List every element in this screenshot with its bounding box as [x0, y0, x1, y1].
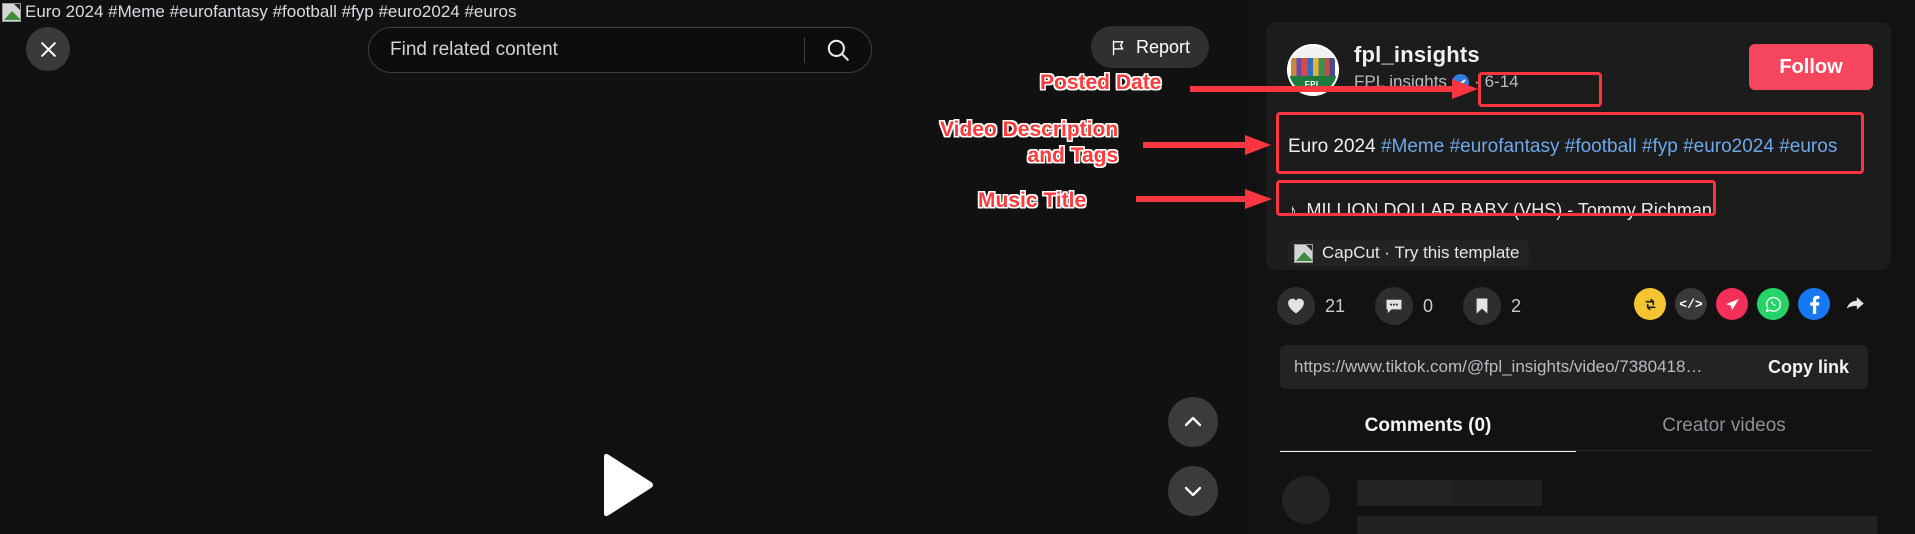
avatar[interactable]: FPL: [1287, 44, 1339, 96]
embed-code-icon[interactable]: </>: [1675, 288, 1707, 320]
facebook-icon[interactable]: [1798, 288, 1830, 320]
description-text: Euro 2024: [1288, 136, 1381, 157]
panel-tabs: Comments (0) Creator videos: [1280, 400, 1872, 452]
skeleton-line: [1357, 516, 1877, 534]
magnifier-icon: [827, 39, 849, 61]
hashtag-link[interactable]: #fyp: [1642, 136, 1678, 157]
tab-comments[interactable]: Comments (0): [1280, 400, 1576, 452]
hashtag-link[interactable]: #eurofantasy: [1450, 136, 1560, 157]
whatsapp-icon[interactable]: [1757, 288, 1789, 320]
creator-profile-row: FPL fpl_insights FPL insights · 6-14 Fol…: [1287, 42, 1873, 98]
broken-image-icon: [1294, 243, 1313, 263]
music-note-icon: ♪: [1288, 200, 1297, 220]
report-label: Report: [1136, 36, 1191, 57]
bookmark-icon: [1476, 298, 1488, 314]
broken-image-icon: [2, 2, 21, 22]
verified-check-icon: [1451, 73, 1469, 91]
share-arrow-icon[interactable]: [1839, 288, 1871, 320]
search-input[interactable]: [369, 28, 804, 72]
hashtag-link[interactable]: #euro2024: [1683, 136, 1774, 157]
copy-link-button[interactable]: Copy link: [1756, 345, 1868, 389]
separator-dot: ·: [1473, 72, 1480, 91]
engagement-stats: 21 0 2: [1277, 287, 1551, 325]
annotation-label-music-title: Music Title: [978, 189, 1087, 212]
copy-link-bar: https://www.tiktok.com/@fpl_insights/vid…: [1280, 345, 1868, 389]
video-info-card: FPL fpl_insights FPL insights · 6-14 Fol…: [1266, 22, 1891, 270]
video-url-text[interactable]: https://www.tiktok.com/@fpl_insights/vid…: [1280, 357, 1756, 377]
follow-button[interactable]: Follow: [1749, 44, 1873, 90]
capcut-label: CapCut · Try this template: [1322, 243, 1520, 262]
annotation-label-posted-date: Posted Date: [1040, 71, 1162, 94]
flag-icon: [1112, 39, 1124, 55]
posted-date: 6-14: [1484, 72, 1519, 91]
annotation-label-video-description: Video Description and Tags: [940, 118, 1119, 167]
close-x-icon: [40, 41, 56, 57]
share-icons-row: </>: [1634, 288, 1871, 320]
speech-bubble-icon: [1386, 299, 1402, 314]
close-button[interactable]: [26, 27, 70, 71]
heart-icon: [1288, 298, 1304, 314]
video-info-panel: FPL fpl_insights FPL insights · 6-14 Fol…: [1242, 0, 1915, 534]
repost-arrows-icon[interactable]: [1634, 288, 1666, 320]
music-title: MILLION DOLLAR BABY (VHS) - Tommy Richma…: [1306, 200, 1712, 220]
like-button[interactable]: [1277, 287, 1315, 325]
previous-video-button[interactable]: [1168, 397, 1218, 447]
comment-stat: 0: [1375, 287, 1433, 325]
tab-creator-videos[interactable]: Creator videos: [1576, 400, 1872, 452]
search-bar[interactable]: [368, 27, 872, 73]
hashtag-link[interactable]: #Meme: [1381, 136, 1444, 157]
comment-count: 0: [1423, 295, 1434, 316]
next-video-button[interactable]: [1168, 466, 1218, 516]
video-alt-text: Euro 2024 #Meme #eurofantasy #football #…: [25, 2, 517, 21]
telegram-paper-plane-icon[interactable]: [1716, 288, 1748, 320]
hashtag-link[interactable]: #euros: [1779, 136, 1837, 157]
skeleton-line: [1452, 480, 1542, 506]
tiktok-video-detail-page: Euro 2024 #Meme #eurofantasy #football #…: [0, 0, 1915, 534]
like-count: 21: [1325, 295, 1346, 316]
skeleton-line: [1357, 480, 1452, 506]
bookmark-stat: 2: [1463, 287, 1521, 325]
music-title-row[interactable]: ♪ MILLION DOLLAR BABY (VHS) - Tommy Rich…: [1288, 200, 1712, 221]
tabs-underline: [1280, 450, 1872, 451]
bookmark-button[interactable]: [1463, 287, 1502, 325]
creator-display-name: FPL insights: [1354, 72, 1447, 91]
like-stat: 21: [1277, 287, 1345, 325]
play-button[interactable]: [596, 452, 656, 518]
chevron-up-icon: [1184, 416, 1202, 427]
search-button[interactable]: [805, 28, 871, 72]
comment-button[interactable]: [1375, 287, 1414, 325]
bookmark-count: 2: [1511, 295, 1522, 316]
chevron-down-icon: [1184, 486, 1202, 497]
hashtag-link[interactable]: #football: [1565, 136, 1637, 157]
video-description: Euro 2024 #Meme #eurofantasy #football #…: [1288, 132, 1872, 161]
capcut-template-link[interactable]: CapCut · Try this template: [1288, 240, 1530, 266]
report-button[interactable]: Report: [1091, 26, 1210, 68]
creator-subline: FPL insights · 6-14: [1354, 72, 1519, 92]
video-alt-text-row: Euro 2024 #Meme #eurofantasy #football #…: [0, 0, 516, 24]
creator-username[interactable]: fpl_insights: [1354, 42, 1480, 68]
skeleton-avatar: [1282, 476, 1330, 524]
